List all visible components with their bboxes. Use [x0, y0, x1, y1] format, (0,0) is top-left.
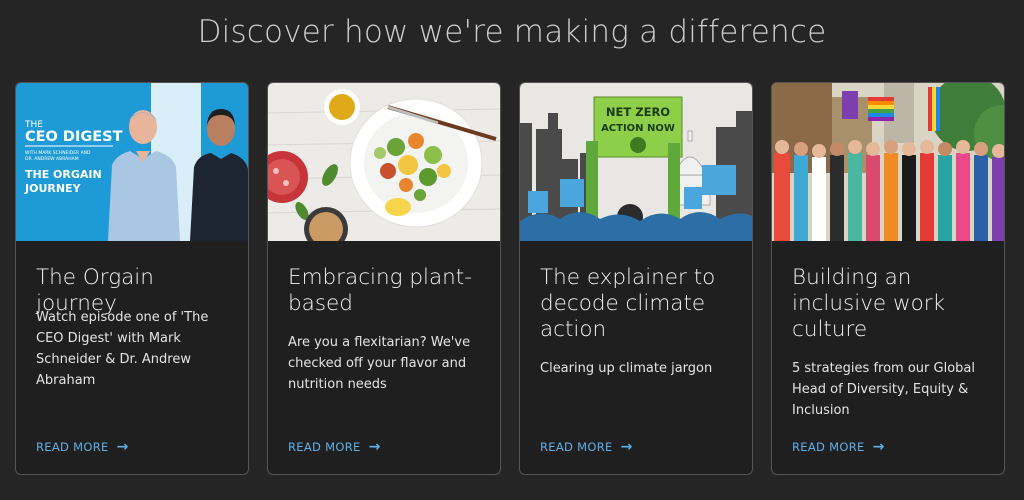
sign-line-2: ACTION NOW [601, 123, 675, 134]
card-title: Embracing plant-based [288, 265, 472, 316]
section-heading: Discover how we're making a difference [197, 14, 827, 50]
ceo-episode-line-1: THE ORGAIN [25, 168, 102, 181]
rainbow-flag [928, 87, 940, 131]
card-title: The explainer to decode climate action [540, 265, 716, 342]
card-image-ceo-digest[interactable]: THE CEO DIGEST WITH MARK SCHNEIDER AND D… [16, 83, 248, 241]
card-inclusive-culture[interactable]: Building an inclusive work culture 5 str… [771, 82, 1005, 475]
read-more-link[interactable]: READ MORE → [540, 439, 633, 455]
read-more-label: READ MORE [792, 440, 865, 454]
arrow-right-icon: → [368, 439, 381, 455]
ceo-with-line-2: DR. ANDREW ABRAHAM [25, 156, 79, 162]
card-image-salad[interactable] [268, 83, 500, 241]
read-more-label: READ MORE [288, 440, 361, 454]
read-more-label: READ MORE [36, 440, 109, 454]
card-description: Watch episode one of 'The CEO Digest' wi… [36, 310, 209, 388]
arrow-right-icon: → [116, 439, 129, 455]
ceo-episode-line-2: JOURNEY [24, 182, 82, 195]
ceo-digest-logo: CEO DIGEST [25, 129, 123, 145]
sign-line-1: NET ZERO [606, 105, 670, 119]
card-climate-action[interactable]: NET ZERO ACTION NOW The explainer to dec… [519, 82, 753, 475]
card-title: Building an inclusive work culture [792, 265, 946, 342]
card-image-climate-protest[interactable]: NET ZERO ACTION NOW [520, 83, 752, 241]
read-more-link[interactable]: READ MORE → [792, 439, 885, 455]
read-more-label: READ MORE [540, 440, 613, 454]
read-more-link[interactable]: READ MORE → [36, 439, 129, 455]
card-description: Clearing up climate jargon [540, 361, 713, 376]
ceo-with-line-1: WITH MARK SCHNEIDER AND [25, 150, 91, 156]
arrow-right-icon: → [872, 439, 885, 455]
read-more-link[interactable]: READ MORE → [288, 439, 381, 455]
arrow-right-icon: → [620, 439, 633, 455]
card-plant-based[interactable]: Embracing plant-based Are you a flexitar… [267, 82, 501, 475]
rainbow-flag [868, 97, 894, 121]
card-orgain-journey[interactable]: THE CEO DIGEST WITH MARK SCHNEIDER AND D… [15, 82, 249, 475]
card-description: Are you a flexitarian? We've checked off… [288, 335, 471, 392]
card-image-pride-parade[interactable] [772, 83, 1004, 241]
card-description: 5 strategies from our Global Head of Div… [792, 361, 975, 418]
